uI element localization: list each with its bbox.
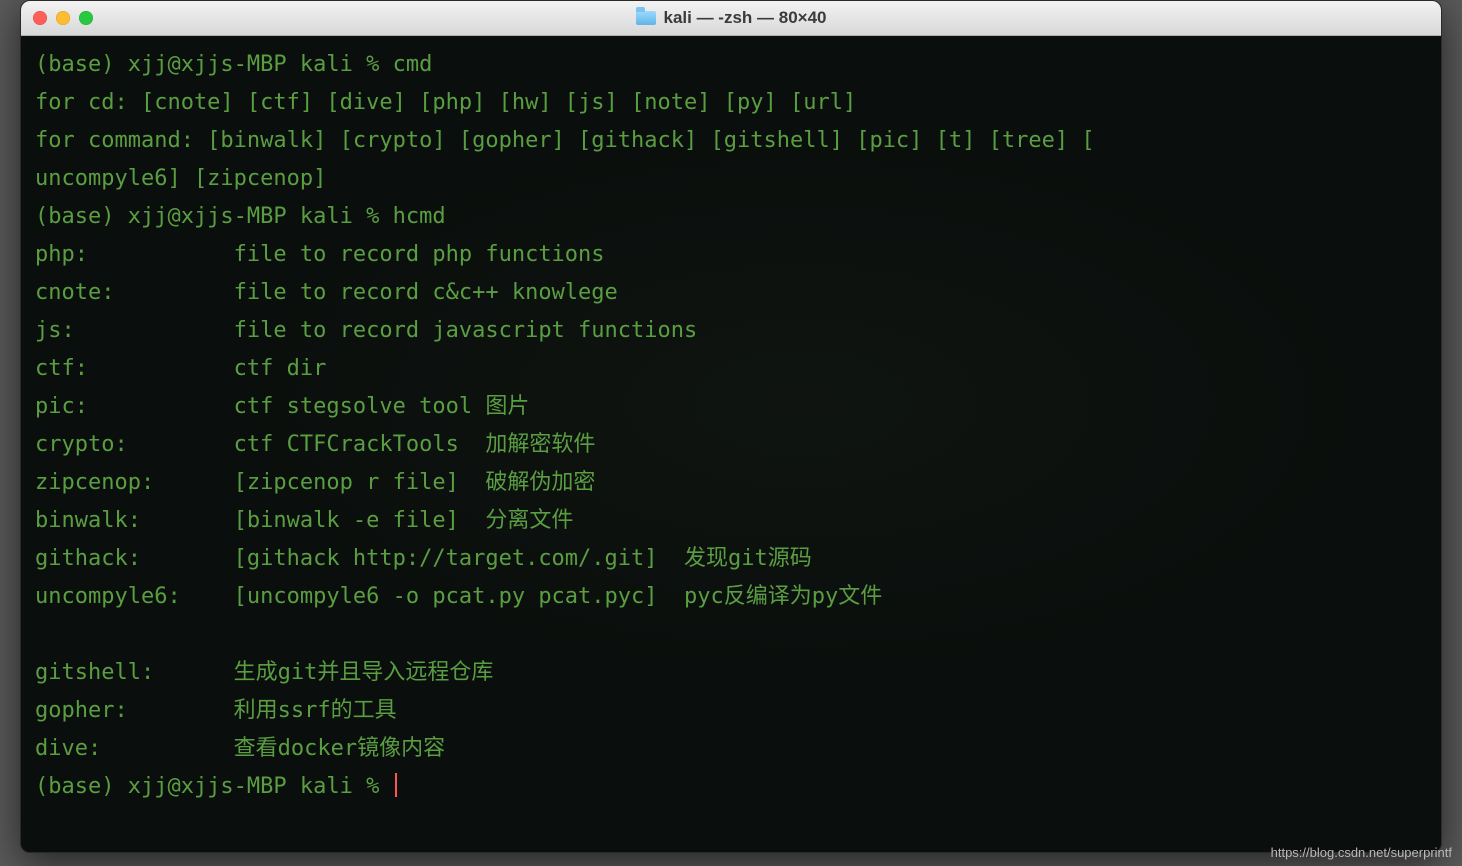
help-line: dive: 查看docker镜像内容 xyxy=(35,736,445,761)
close-icon[interactable] xyxy=(33,11,47,25)
help-line: pic: ctf stegsolve tool 图片 xyxy=(35,394,529,419)
help-line: zipcenop: [zipcenop r file] 破解伪加密 xyxy=(35,470,595,495)
prompt-line-1: (base) xjj@xjjs-MBP kali % cmd xyxy=(35,52,432,77)
output-for-command-2: uncompyle6] [zipcenop] xyxy=(35,166,326,191)
folder-icon xyxy=(636,11,656,25)
titlebar[interactable]: kali — -zsh — 80×40 xyxy=(21,1,1441,36)
minimize-icon[interactable] xyxy=(56,11,70,25)
maximize-icon[interactable] xyxy=(79,11,93,25)
title-text: kali — -zsh — 80×40 xyxy=(664,1,827,35)
terminal-body[interactable]: (base) xjj@xjjs-MBP kali % cmd for cd: [… xyxy=(21,36,1441,852)
help-line: gitshell: 生成git并且导入远程仓库 xyxy=(35,660,493,685)
window-controls xyxy=(33,11,93,25)
help-line: uncompyle6: [uncompyle6 -o pcat.py pcat.… xyxy=(35,584,882,609)
window-title: kali — -zsh — 80×40 xyxy=(21,1,1441,35)
watermark-text: https://blog.csdn.net/superprintf xyxy=(1271,845,1452,860)
terminal-window: kali — -zsh — 80×40 (base) xjj@xjjs-MBP … xyxy=(20,0,1442,853)
output-for-cd: for cd: [cnote] [ctf] [dive] [php] [hw] … xyxy=(35,90,856,115)
output-for-command-1: for command: [binwalk] [crypto] [gopher]… xyxy=(35,128,1095,153)
help-line: crypto: ctf CTFCrackTools 加解密软件 xyxy=(35,432,595,457)
help-line: githack: [githack http://target.com/.git… xyxy=(35,546,812,571)
cursor-icon xyxy=(395,773,397,797)
help-line: gopher: 利用ssrf的工具 xyxy=(35,698,397,723)
prompt-line-2: (base) xjj@xjjs-MBP kali % hcmd xyxy=(35,204,446,229)
help-line: php: file to record php functions xyxy=(35,242,605,267)
prompt-line-3: (base) xjj@xjjs-MBP kali % xyxy=(35,774,397,799)
help-line: js: file to record javascript functions xyxy=(35,318,697,343)
help-line: binwalk: [binwalk -e file] 分离文件 xyxy=(35,508,573,533)
help-line: cnote: file to record c&c++ knowlege xyxy=(35,280,618,305)
help-line: ctf: ctf dir xyxy=(35,356,326,381)
